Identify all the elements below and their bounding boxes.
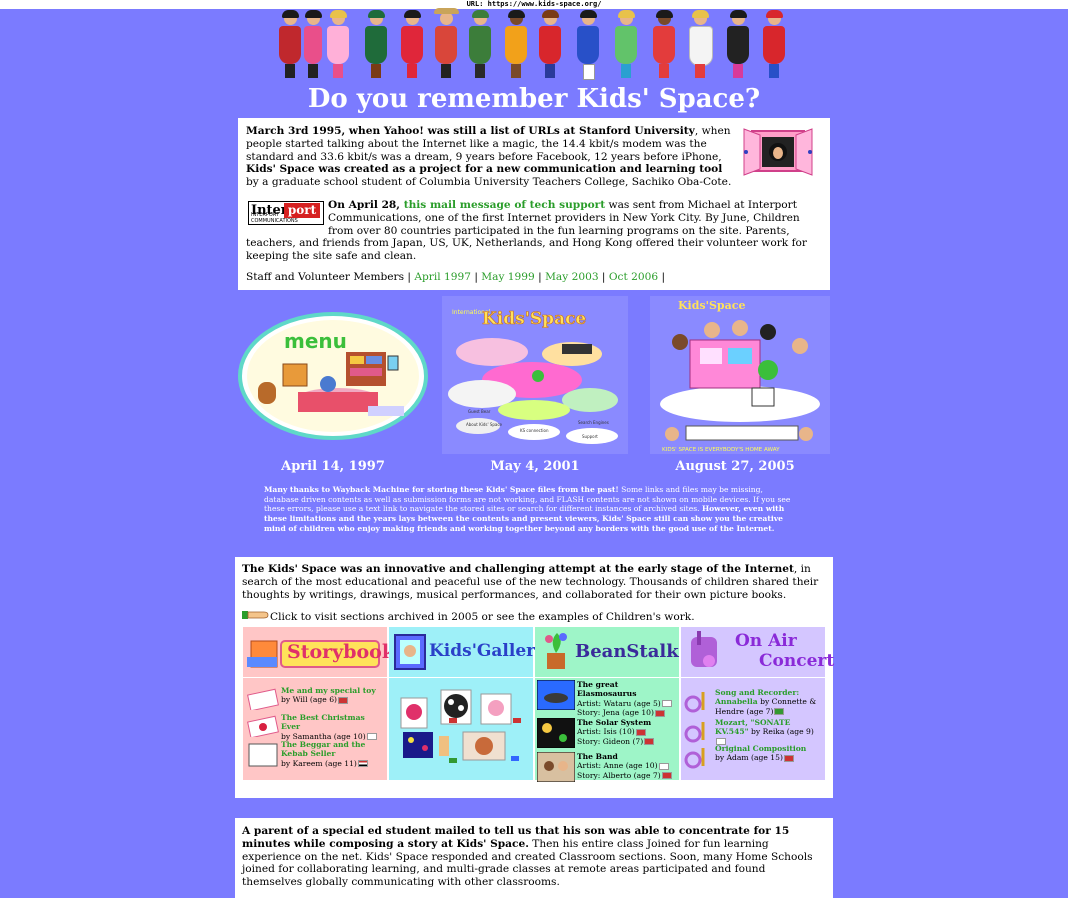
beanstalk-item[interactable]: The Solar System Artist: Isis (10) Story: … (536, 717, 677, 749)
children-banner (276, 8, 792, 82)
dinosaur-thumb-icon (536, 679, 576, 712)
band-thumb-icon (536, 751, 576, 784)
window-girl-image[interactable] (742, 125, 814, 177)
staff-link-oct-2006[interactable]: Oct 2006 (609, 271, 658, 283)
svg-text:Kids'Space: Kids'Space (482, 309, 586, 329)
screenshot-date-2001: May 4, 2001 (490, 459, 580, 474)
url-bar: URL: https://www.kids-space.org/ (0, 0, 1068, 9)
svg-text:Support: Support (582, 434, 598, 439)
svg-text:Kids'Space: Kids'Space (678, 299, 745, 312)
beanstalk-items: The great Elasmosaurus Artist: Wataru (ag… (535, 678, 679, 783)
svg-text:Guest Bear: Guest Bear (468, 409, 491, 414)
svg-text:Search Engines: Search Engines (578, 420, 609, 425)
archive-screenshots: menu International Kids'Space Guest Bear… (238, 296, 830, 476)
concert-item[interactable]: Mozart, "SONATE KV.545" by Reika (age 9) (683, 718, 823, 746)
storybook-item[interactable]: The Beggar and the Kebab Seller by Kareem… (247, 740, 385, 768)
pointing-hand-icon (242, 609, 270, 625)
interport-logo: Inter port INTERPORT COMMUNICATIONS (248, 200, 324, 225)
page-title: Do you remember Kids' Space? (307, 84, 761, 114)
beanstalk-item[interactable]: The Band Artist: Anne (age 10) Story: Albe… (536, 751, 677, 783)
beanstalk-item[interactable]: The great Elasmosaurus Artist: Wataru (ag… (536, 679, 677, 718)
storybook-title: Storybook (287, 641, 396, 663)
intro-paragraph-1: March 3rd 1995, when Yahoo! was still a … (246, 125, 732, 189)
sections-grid: Storybook Me and my special toy by Will (… (243, 627, 834, 783)
storybook-item[interactable]: The Best Christmas Ever by Samantha (age … (247, 713, 385, 741)
click-hint: Click to visit sections archived in 2005… (235, 609, 833, 625)
sections-box: The Kids' Space was an innovative and ch… (235, 557, 834, 798)
storybook-item-icon (247, 688, 279, 712)
sections-intro: The Kids' Space was an innovative and ch… (242, 563, 819, 601)
screenshot-2001[interactable]: International Kids'Space Guest Bear Abou… (442, 296, 628, 458)
concert-section: On Air Concert Song and Recorder: Annabe… (681, 627, 834, 780)
classroom-story-text: A parent of a special ed student mailed … (242, 825, 813, 889)
beanstalk-header[interactable]: BeanStalk (535, 627, 679, 678)
gallery-header[interactable]: Kids'Gallery (389, 627, 545, 678)
gallery-title: Kids'Gallery (429, 641, 545, 661)
storybook-section: Storybook Me and my special toy by Will (… (243, 627, 395, 780)
wayback-machine-link[interactable]: Wayback Machine (333, 485, 410, 494)
concert-item[interactable]: Song and Recorder: Annabella by Connette… (683, 688, 823, 716)
concert-item[interactable]: Original Composition by Adam (age 15) (683, 744, 823, 769)
intro-box: March 3rd 1995, when Yahoo! was still a … (238, 118, 830, 290)
intro-paragraph-2: Inter port INTERPORT COMMUNICATIONS On A… (246, 198, 807, 263)
solar-system-thumb-icon (536, 717, 576, 750)
music-note-icon (683, 688, 713, 716)
classroom-story-box: A parent of a special ed student mailed … (235, 818, 833, 898)
storybook-item[interactable]: Me and my special toy by Will (age 6) (247, 686, 385, 712)
menu-logo: menu (284, 329, 347, 353)
svg-text:KIDS' SPACE IS EVERYBODY'S HOM: KIDS' SPACE IS EVERYBODY'S HOME AWAY (662, 447, 780, 453)
screenshot-date-1997: April 14, 1997 (281, 459, 385, 474)
storybook-header[interactable]: Storybook (243, 627, 395, 678)
beanstalk-title: BeanStalk (575, 641, 679, 662)
screenshot-1997[interactable]: menu (238, 312, 428, 444)
storybook-items: Me and my special toy by Will (age 6) The… (243, 678, 387, 780)
svg-text:About Kids' Space: About Kids' Space (466, 422, 503, 427)
staff-link-april-1997[interactable]: April 1997 (414, 271, 471, 283)
gallery-artworks[interactable] (389, 678, 533, 780)
svg-text:KS connection: KS connection (520, 428, 549, 433)
concert-header[interactable]: On Air Concert (681, 627, 834, 678)
music-note-icon (683, 744, 713, 772)
staff-links: Staff and Volunteer Members | April 1997… (246, 270, 666, 283)
storybook-item-icon (247, 715, 279, 739)
concert-items: Song and Recorder: Annabella by Connette… (681, 678, 825, 780)
concert-title-line1: On Air (735, 631, 797, 651)
storybook-item-icon (247, 742, 279, 772)
music-note-icon (683, 718, 713, 746)
screenshot-2005[interactable]: Kids'Space KIDS' SPACE IS EVERYBODY'S HO… (650, 296, 830, 458)
staff-link-may-1999[interactable]: May 1999 (481, 271, 534, 283)
screenshot-date-2005: August 27, 2005 (675, 459, 795, 474)
concert-title-line2: Concert (759, 651, 835, 671)
wayback-thanks: Many thanks to Wayback Machine for stori… (264, 485, 791, 533)
beanstalk-section: BeanStalk The great Elasmosaurus Artist: … (535, 627, 679, 783)
tech-support-mail-link[interactable]: this mail message of tech support (404, 199, 605, 211)
staff-link-may-2003[interactable]: May 2003 (545, 271, 598, 283)
gallery-section: Kids'Gallery (389, 627, 545, 780)
